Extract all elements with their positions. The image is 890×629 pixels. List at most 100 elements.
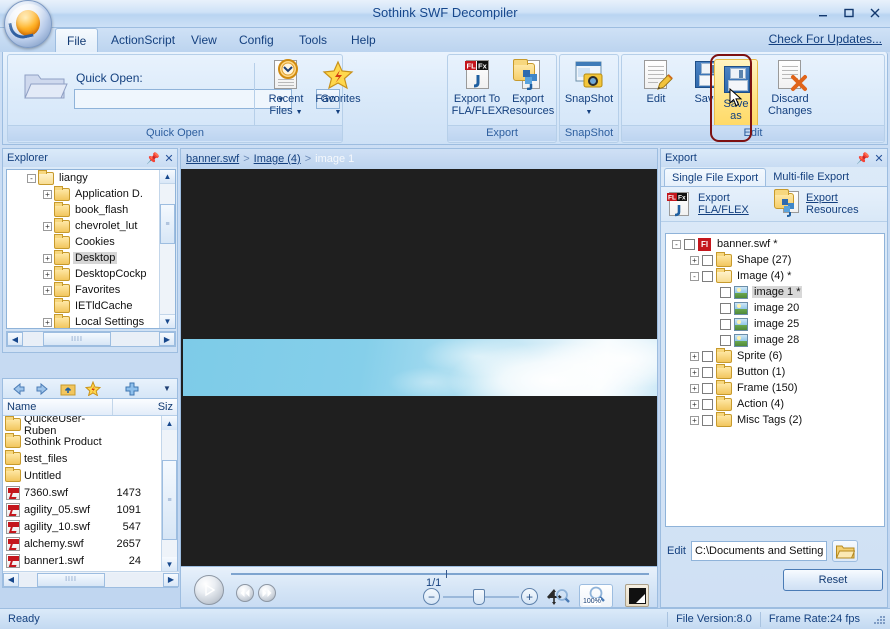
close-icon[interactable] <box>866 4 884 21</box>
edit-button[interactable]: Edit <box>628 59 684 127</box>
tab-config[interactable]: Config <box>228 28 285 52</box>
tab-multi-file-export[interactable]: Multi-file Export <box>766 168 856 186</box>
expand-icon[interactable]: + <box>690 415 699 425</box>
tab-file[interactable]: File <box>55 28 99 52</box>
explorer-vertical-scrollbar[interactable]: ▲ ≡ ▼ <box>159 170 175 328</box>
export-tree[interactable]: - Fl banner.swf * + Shape (27) - Image (4) * im… <box>665 233 885 527</box>
recent-files-button[interactable]: Recent Files ▼ <box>258 59 314 127</box>
expand-icon[interactable]: + <box>690 255 699 265</box>
explorer-tree-node[interactable]: IETldCache <box>7 297 175 314</box>
maximize-icon[interactable] <box>840 4 858 21</box>
open-folder-icon[interactable] <box>22 67 68 103</box>
expand-icon[interactable]: + <box>43 317 52 327</box>
expand-icon[interactable]: + <box>43 269 52 279</box>
play-button[interactable] <box>194 575 224 605</box>
explorer-tree-node[interactable]: + DesktopCockp <box>7 265 175 282</box>
fast-forward-button[interactable] <box>258 584 276 602</box>
export-node-checkbox[interactable] <box>684 238 695 250</box>
scroll-right-arrow[interactable]: ▶ <box>163 572 179 587</box>
expand-icon[interactable]: + <box>690 383 699 393</box>
rewind-button[interactable] <box>236 584 254 602</box>
export-tree-node[interactable]: - Image (4) * <box>666 267 884 284</box>
file-list-row[interactable]: test_files <box>3 449 161 467</box>
favorites-button[interactable]: Favorites ▼ <box>310 59 366 127</box>
zoom-level-button[interactable]: 100% <box>579 584 613 608</box>
minimize-icon[interactable] <box>814 4 832 21</box>
file-list-row[interactable]: agility_10.swf 547 <box>3 518 161 535</box>
zoom-in-button[interactable]: + <box>521 588 538 605</box>
export-tree-node[interactable]: + Misc Tags (2) <box>666 411 884 428</box>
timeline-track[interactable] <box>231 573 649 575</box>
explorer-horizontal-scrollbar[interactable]: ◀ IIII ▶ <box>6 331 176 347</box>
export-node-checkbox[interactable] <box>702 270 713 282</box>
export-tree-node[interactable]: image 25 <box>666 316 884 332</box>
export-tree-node[interactable]: + Frame (150) <box>666 379 884 396</box>
export-tree-node[interactable]: image 20 <box>666 300 884 316</box>
export-tree-node[interactable]: + Button (1) <box>666 363 884 380</box>
collapse-icon[interactable]: - <box>27 173 36 183</box>
export-node-checkbox[interactable] <box>702 254 713 266</box>
up-folder-icon[interactable] <box>60 381 76 397</box>
export-tree-node[interactable]: + Action (4) <box>666 395 884 412</box>
file-list-row[interactable]: Sothink Product <box>3 432 161 450</box>
scroll-track[interactable]: ≡ <box>162 430 177 557</box>
scroll-left-arrow[interactable]: ◀ <box>3 572 19 587</box>
expand-icon[interactable]: + <box>43 253 52 263</box>
pan-zoom-icon[interactable] <box>545 587 571 609</box>
favorites-star-icon[interactable] <box>85 381 101 397</box>
explorer-tree[interactable]: - liangy + Application D. book_flash + chevrol… <box>6 169 176 329</box>
explorer-tree-node[interactable]: + Desktop <box>7 249 175 266</box>
resize-grip-icon[interactable] <box>872 612 886 626</box>
export-node-checkbox[interactable] <box>702 366 713 378</box>
breadcrumb-item-group[interactable]: Image (4) <box>254 153 301 165</box>
scroll-thumb[interactable]: ≡ <box>160 204 175 244</box>
quick-open-input[interactable] <box>75 90 273 108</box>
export-fla-flex-action[interactable]: FL Fx Export FLA/FLEX <box>666 190 770 218</box>
scroll-thumb[interactable]: ≡ <box>162 460 177 540</box>
pin-icon[interactable]: 📌 <box>145 152 161 165</box>
export-resources-button[interactable]: Export Resources <box>500 59 556 127</box>
discard-changes-button[interactable]: Discard Changes <box>762 59 818 127</box>
export-tree-node[interactable]: image 28 <box>666 332 884 348</box>
file-list-row[interactable]: banner1.swf 24 <box>3 552 161 569</box>
file-list-row[interactable]: Untitled <box>3 466 161 484</box>
scroll-up-arrow[interactable]: ▲ <box>160 170 175 184</box>
hscroll-thumb[interactable]: IIII <box>37 572 105 587</box>
export-tree-node[interactable]: + Sprite (6) <box>666 347 884 364</box>
export-node-checkbox[interactable] <box>720 302 731 314</box>
scroll-down-arrow[interactable]: ▼ <box>160 314 175 328</box>
back-icon[interactable] <box>10 381 26 397</box>
expand-icon[interactable]: + <box>690 399 699 409</box>
pin-icon[interactable]: 📌 <box>855 152 871 165</box>
hscroll-thumb[interactable]: IIII <box>43 332 111 346</box>
export-fla-flex-button[interactable]: FL Fx Export To FLA/FLEX <box>449 59 505 127</box>
explorer-tree-node[interactable]: + chevrolet_lut <box>7 217 175 234</box>
export-tree-node[interactable]: image 1 * <box>666 284 884 300</box>
scroll-down-arrow[interactable]: ▼ <box>162 557 177 571</box>
tab-help[interactable]: Help <box>340 28 387 52</box>
tab-actionscript[interactable]: ActionScript <box>100 28 186 52</box>
export-node-checkbox[interactable] <box>720 286 731 298</box>
collapse-icon[interactable]: - <box>672 239 681 249</box>
preview-canvas[interactable] <box>181 169 657 587</box>
file-list-row[interactable]: alchemy.swf 2657 <box>3 535 161 552</box>
scroll-up-arrow[interactable]: ▲ <box>162 416 177 430</box>
check-for-updates-link[interactable]: Check For Updates... <box>769 32 882 46</box>
export-node-checkbox[interactable] <box>720 334 731 346</box>
export-tree-node[interactable]: + Shape (27) <box>666 251 884 268</box>
file-list-horizontal-scrollbar[interactable]: ◀ IIII ▶ <box>3 571 179 587</box>
explorer-tree-node[interactable]: book_flash <box>7 201 175 218</box>
close-icon[interactable]: ✕ <box>161 152 177 165</box>
export-path-input[interactable] <box>690 541 827 561</box>
scroll-right-arrow[interactable]: ▶ <box>159 332 175 346</box>
export-node-checkbox[interactable] <box>702 350 713 362</box>
column-header-name[interactable]: Name <box>3 399 113 415</box>
expand-icon[interactable]: + <box>690 351 699 361</box>
zoom-out-button[interactable]: − <box>423 588 440 605</box>
file-list-row[interactable]: agility_05.swf 1091 <box>3 501 161 518</box>
export-node-checkbox[interactable] <box>702 398 713 410</box>
snapshot-button[interactable]: SnapShot ▼ <box>561 59 617 127</box>
explorer-tree-node[interactable]: + Local Settings <box>7 313 175 328</box>
browse-folder-icon[interactable] <box>831 540 858 562</box>
expand-icon[interactable]: + <box>690 367 699 377</box>
